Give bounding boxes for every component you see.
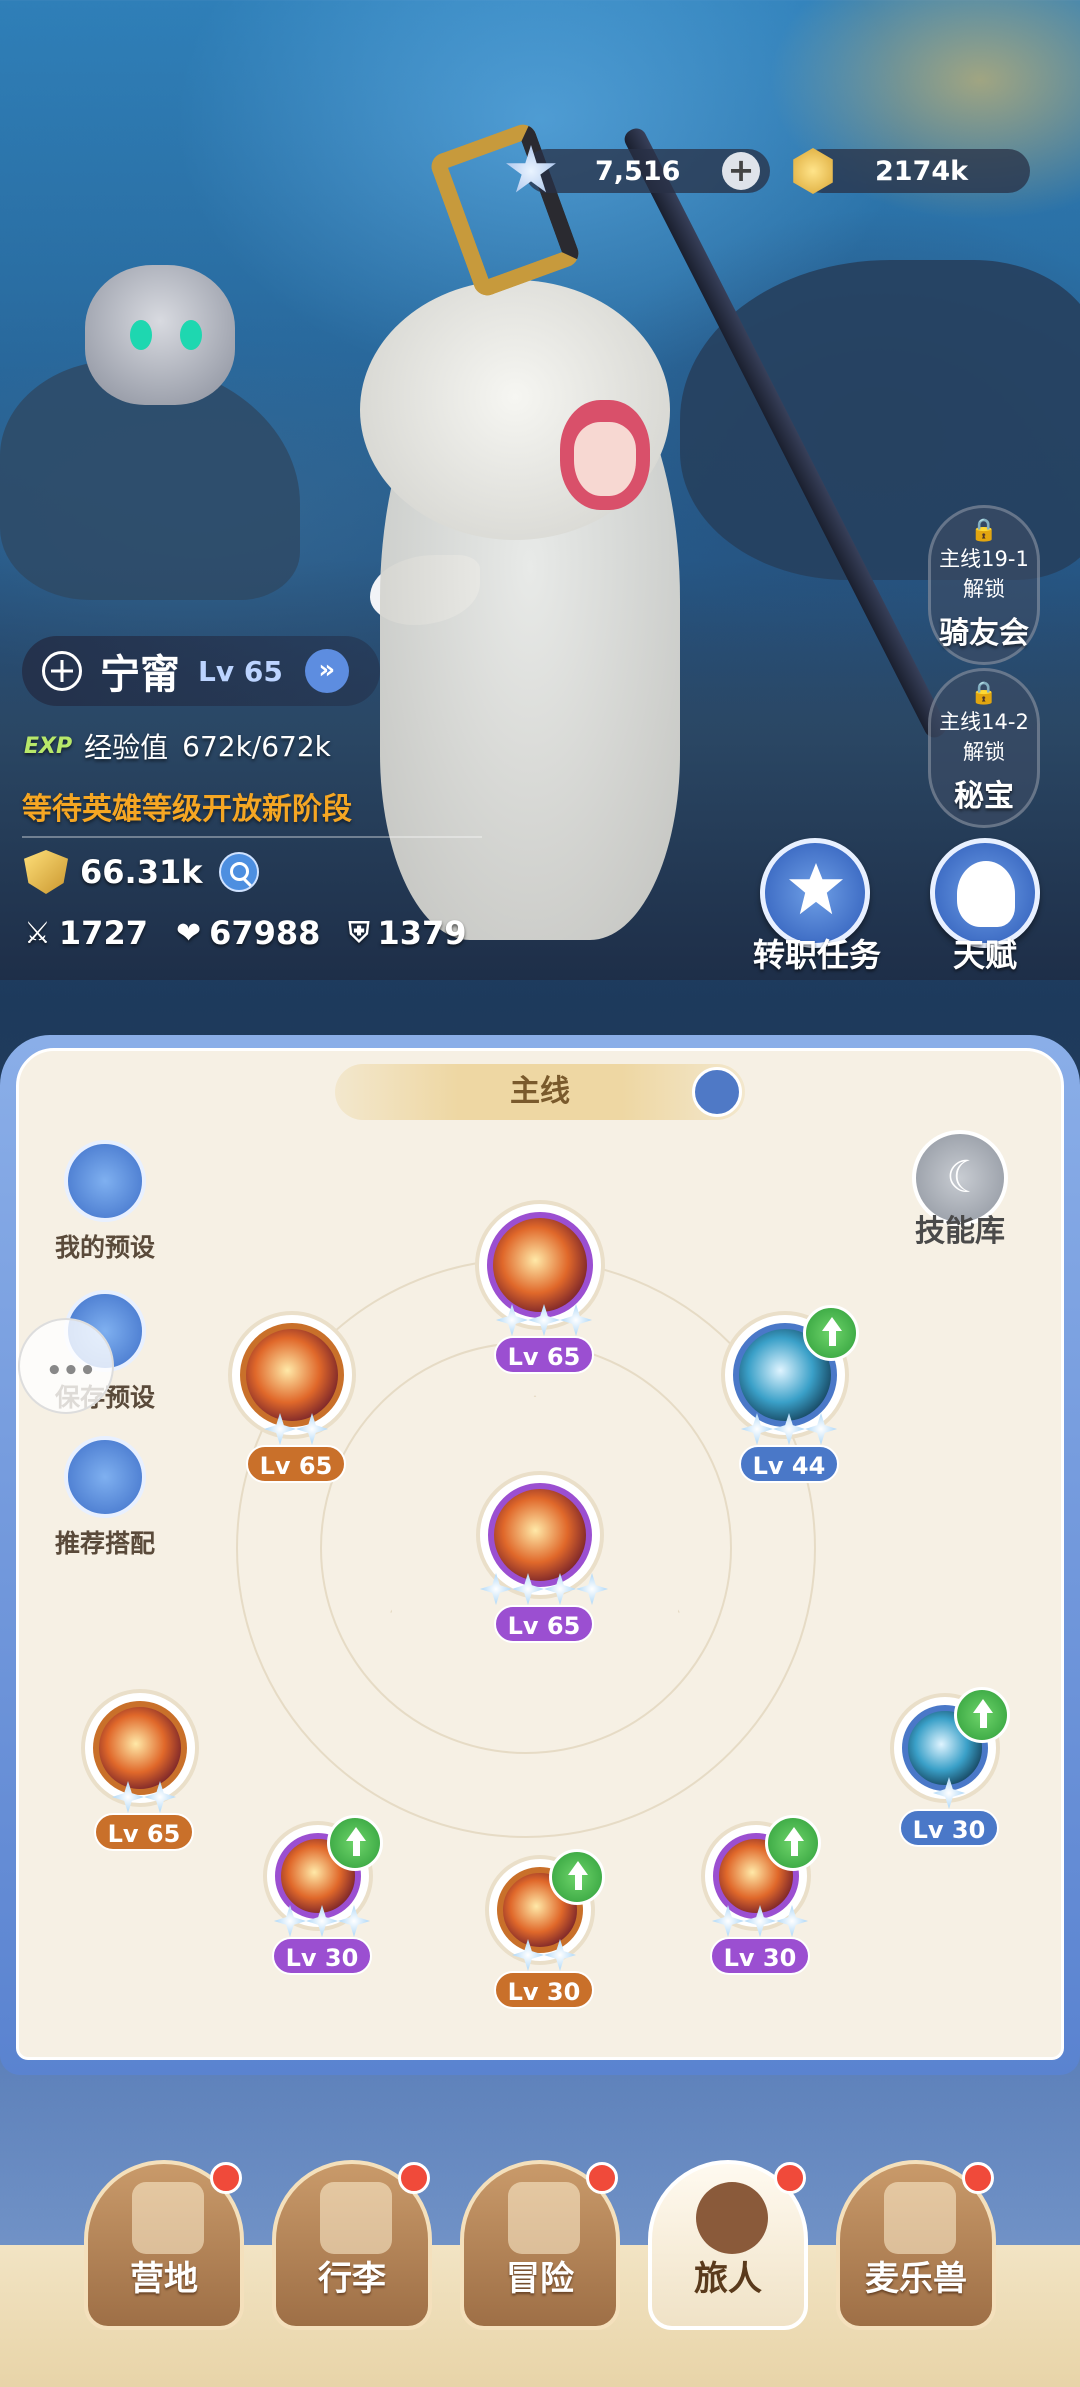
skill-slot-2[interactable]: Lv 65	[228, 1311, 356, 1483]
star-icon	[274, 1905, 306, 1937]
nav-tab-4[interactable]: 旅人	[648, 2160, 808, 2330]
star-icon	[144, 1781, 176, 1813]
skill-slot-5[interactable]: Lv 65	[81, 1689, 199, 1851]
star-icon	[744, 1905, 776, 1937]
skill-level: Lv 30	[272, 1937, 372, 1975]
skill-level: Lv 65	[494, 1336, 594, 1374]
notification-badge	[774, 2162, 806, 2194]
star-icon	[712, 1905, 744, 1937]
skill-level: Lv 44	[739, 1445, 839, 1483]
star-icon	[741, 1413, 773, 1445]
star-icon	[544, 1939, 576, 1971]
star-icon	[560, 1304, 592, 1336]
star-icon	[544, 1573, 576, 1605]
skill-icon	[240, 1323, 344, 1427]
skill-level: Lv 30	[899, 1809, 999, 1847]
skill-slot-6[interactable]: Lv 30	[263, 1815, 383, 1975]
star-icon	[296, 1413, 328, 1445]
nav-tab-3[interactable]: 冒险	[460, 2160, 620, 2330]
star-icon	[112, 1781, 144, 1813]
notification-badge	[210, 2162, 242, 2194]
skill-stars	[480, 1573, 608, 1605]
star-icon	[933, 1777, 965, 1809]
nav-tab-icon	[696, 2182, 768, 2254]
skill-stars	[267, 1905, 377, 1937]
nav-tab-2[interactable]: 行李	[272, 2160, 432, 2330]
nav-tab-icon	[132, 2182, 204, 2254]
notification-badge	[398, 2162, 430, 2194]
nav-tab-icon	[320, 2182, 392, 2254]
skill-stars	[705, 1905, 815, 1937]
star-icon	[338, 1905, 370, 1937]
nav-tab-label: 麦乐兽	[865, 2259, 967, 2299]
upgrade-arrow-icon	[803, 1305, 859, 1361]
upgrade-arrow-icon	[765, 1815, 821, 1871]
star-icon	[496, 1304, 528, 1336]
star-icon	[306, 1905, 338, 1937]
notification-badge	[962, 2162, 994, 2194]
skill-stars	[232, 1413, 360, 1445]
nav-tab-5[interactable]: 麦乐兽	[836, 2160, 996, 2330]
nav-tab-icon	[884, 2182, 956, 2254]
skill-slot-1[interactable]: Lv 65	[475, 1200, 605, 1374]
skill-level: Lv 65	[494, 1605, 594, 1643]
star-icon	[512, 1573, 544, 1605]
upgrade-arrow-icon	[954, 1687, 1010, 1743]
star-icon	[480, 1573, 512, 1605]
star-icon	[773, 1413, 805, 1445]
nav-tab-label: 营地	[130, 2259, 198, 2299]
nav-tab-icon	[508, 2182, 580, 2254]
upgrade-arrow-icon	[327, 1815, 383, 1871]
skill-icon	[487, 1212, 593, 1318]
skill-level: Lv 30	[494, 1971, 594, 2009]
skill-slot-7[interactable]: Lv 30	[485, 1849, 605, 2009]
nav-tab-label: 行李	[318, 2259, 386, 2299]
skill-icon	[488, 1483, 592, 1587]
skill-stars	[725, 1413, 853, 1445]
skill-level: Lv 65	[94, 1813, 194, 1851]
skill-slots: Lv 65 Lv 65 Lv 44 Lv 65 Lv 65 Lv 30 Lv 30 Lv 30…	[0, 0, 1080, 2387]
star-icon	[776, 1905, 808, 1937]
nav-tab-1[interactable]: 营地	[84, 2160, 244, 2330]
skill-slot-8[interactable]: Lv 30	[701, 1815, 821, 1975]
notification-badge	[586, 2162, 618, 2194]
skill-stars	[85, 1781, 203, 1813]
skill-stars	[894, 1777, 1004, 1809]
skill-slot-3[interactable]: Lv 44	[721, 1305, 859, 1483]
star-icon	[805, 1413, 837, 1445]
nav-tab-label: 冒险	[506, 2259, 574, 2299]
upgrade-arrow-icon	[549, 1849, 605, 1905]
star-icon	[528, 1304, 560, 1336]
skill-slot-4[interactable]: Lv 65	[476, 1471, 608, 1643]
star-icon	[264, 1413, 296, 1445]
skill-stars	[479, 1304, 609, 1336]
skill-slot-9[interactable]: Lv 30	[890, 1687, 1010, 1847]
skill-level: Lv 30	[710, 1937, 810, 1975]
skill-level: Lv 65	[246, 1445, 346, 1483]
nav-tab-label: 旅人	[694, 2259, 762, 2299]
star-icon	[512, 1939, 544, 1971]
star-icon	[576, 1573, 608, 1605]
skill-stars	[489, 1939, 599, 1971]
